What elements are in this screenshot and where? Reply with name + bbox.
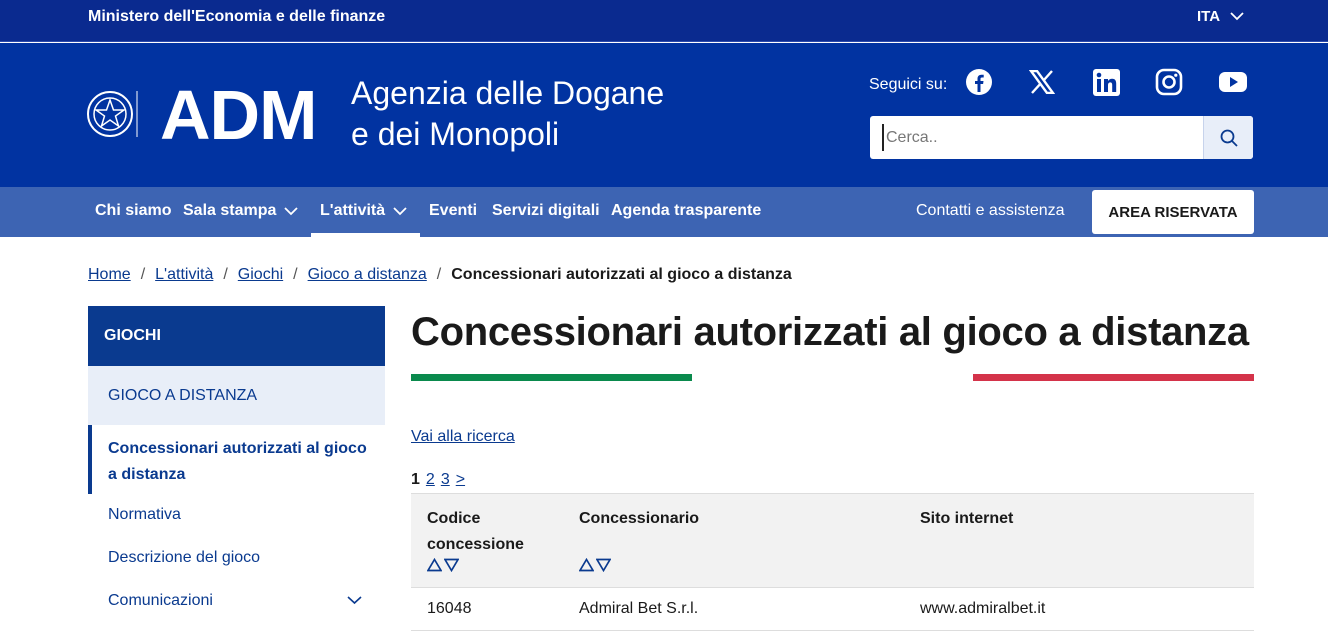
area-riservata-button[interactable]: AREA RISERVATA	[1092, 190, 1254, 234]
emblem-icon[interactable]	[86, 85, 140, 143]
breadcrumb-separator: /	[223, 266, 228, 283]
sidebar-heading[interactable]: GIOCHI	[88, 306, 385, 366]
language-selector[interactable]: ITA	[1197, 8, 1244, 25]
table-row: 16048 Admiral Bet S.r.l. www.admiralbet.…	[411, 588, 1254, 631]
breadcrumb: Home / L'attività / Giochi / Gioco a distan…	[88, 266, 792, 284]
facebook-icon[interactable]	[964, 67, 994, 97]
top-bar: Ministero dell'Economia e delle finanze …	[0, 0, 1328, 42]
column-header-sito: Sito internet	[920, 510, 1014, 527]
column-header-codice: Codice concessione	[427, 510, 524, 553]
pagination: 1 2 3 >	[411, 471, 465, 489]
follow-label: Seguici su:	[869, 76, 948, 93]
cell-concessionario: Admiral Bet S.r.l.	[579, 600, 699, 617]
x-icon[interactable]	[1027, 67, 1057, 97]
chevron-down-icon	[1230, 12, 1244, 21]
nav-label: Sala stampa	[183, 202, 277, 219]
nav-servizi-digitali[interactable]: Servizi digitali	[492, 202, 600, 220]
flag-stripe-red	[973, 374, 1254, 381]
nav-active-indicator	[311, 233, 420, 237]
ministry-link[interactable]: Ministero dell'Economia e delle finanze	[88, 8, 385, 26]
agency-line-1: Agenzia delle Dogane	[351, 75, 665, 111]
agency-name: Agenzia delle Dogane e dei Monopoli	[351, 73, 664, 155]
sort-down-icon[interactable]	[596, 558, 611, 572]
search-icon	[1220, 129, 1238, 147]
breadcrumb-gioco-distanza[interactable]: Gioco a distanza	[308, 266, 427, 284]
language-label: ITA	[1197, 8, 1221, 25]
breadcrumb-home[interactable]: Home	[88, 266, 131, 284]
sidebar-subheading[interactable]: GIOCO A DISTANZA	[88, 366, 385, 425]
search-box	[870, 116, 1253, 159]
contatti-link[interactable]: Contatti e assistenza	[916, 202, 1065, 220]
linkedin-icon[interactable]	[1091, 67, 1121, 97]
chevron-down-icon	[284, 206, 299, 215]
sidebar-item-comunicazioni[interactable]: Comunicazioni	[108, 592, 213, 610]
concessionari-table: Codice concessione Concessionario Sito i…	[411, 493, 1254, 631]
flag-stripe-green	[411, 374, 692, 381]
instagram-icon[interactable]	[1154, 67, 1184, 97]
nav-label: Eventi	[429, 202, 478, 219]
chevron-down-icon	[393, 206, 407, 215]
search-input[interactable]	[882, 124, 1203, 151]
sort-down-icon[interactable]	[444, 558, 459, 572]
youtube-icon[interactable]	[1218, 67, 1248, 97]
sort-controls-codice	[427, 558, 459, 572]
cell-sito[interactable]: www.admiralbet.it	[920, 600, 1045, 618]
nav-chi-siamo[interactable]: Chi siamo	[95, 202, 171, 220]
vai-alla-ricerca-link[interactable]: Vai alla ricerca	[411, 428, 515, 446]
sidebar-item-descrizione[interactable]: Descrizione del gioco	[108, 549, 260, 567]
nav-sala-stampa[interactable]: Sala stampa	[183, 202, 299, 220]
sort-up-icon[interactable]	[579, 558, 594, 572]
breadcrumb-attivita[interactable]: L'attività	[155, 266, 213, 284]
breadcrumb-separator: /	[140, 266, 146, 283]
search-button[interactable]	[1203, 116, 1253, 159]
table-header: Codice concessione Concessionario Sito i…	[411, 493, 1254, 588]
sort-controls-concessionario	[579, 558, 611, 572]
sidebar-item-active[interactable]: Concessionari autorizzati al gioco a dis…	[88, 425, 385, 494]
page-next[interactable]: >	[456, 471, 465, 489]
nav-label: Servizi digitali	[492, 202, 600, 219]
nav-label: Chi siamo	[95, 202, 172, 219]
sidebar-item-normativa[interactable]: Normativa	[108, 506, 181, 524]
page-title: Concessionari autorizzati al gioco a dis…	[411, 310, 1249, 354]
breadcrumb-giochi[interactable]: Giochi	[238, 266, 283, 284]
nav-label: Agenda trasparente	[611, 202, 762, 219]
cell-codice: 16048	[427, 600, 472, 617]
page-link-3[interactable]: 3	[441, 471, 450, 489]
nav-agenda-trasparente[interactable]: Agenda trasparente	[611, 202, 761, 220]
chevron-down-icon[interactable]	[347, 596, 362, 605]
breadcrumb-current: Concessionari autorizzati al gioco a dis…	[451, 266, 792, 283]
nav-label: L'attività	[320, 202, 386, 219]
site-header: ADM Agenzia delle Dogane e dei Monopoli …	[0, 43, 1328, 187]
main-nav: Chi siamo Sala stampa L'attività Eventi …	[0, 187, 1328, 237]
page-current: 1	[411, 471, 420, 488]
column-header-concessionario: Concessionario	[579, 510, 700, 527]
page-link-2[interactable]: 2	[426, 471, 435, 489]
adm-logo[interactable]: ADM	[160, 73, 317, 157]
breadcrumb-separator: /	[436, 266, 442, 283]
breadcrumb-separator: /	[293, 266, 298, 283]
nav-attivita[interactable]: L'attività	[320, 202, 407, 220]
agency-line-2: e dei Monopoli	[351, 116, 560, 152]
sort-up-icon[interactable]	[427, 558, 442, 572]
nav-eventi[interactable]: Eventi	[429, 202, 477, 220]
